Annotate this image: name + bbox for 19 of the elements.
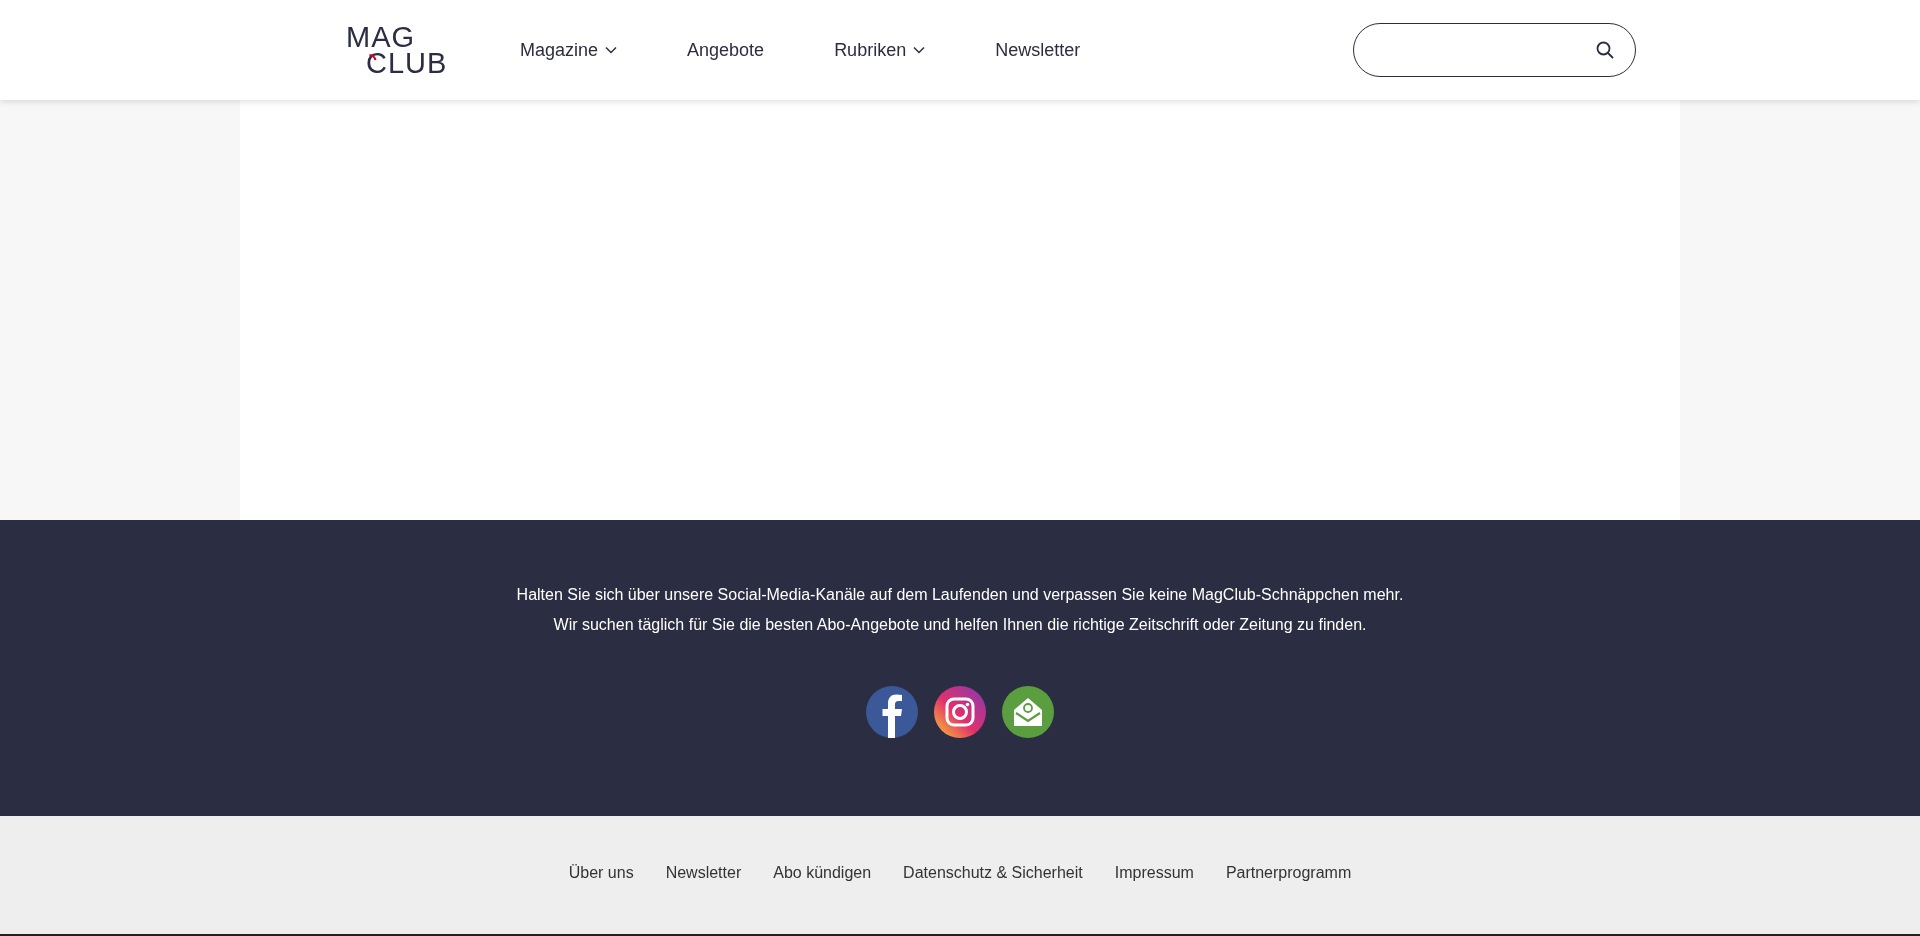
chevron-down-icon <box>605 46 618 54</box>
instagram-icon[interactable] <box>934 686 986 738</box>
nav-link[interactable]: Angebote <box>687 39 765 61</box>
footer-link[interactable]: Datenschutz & Sicherheit <box>903 864 1083 882</box>
nav-link[interactable]: Magazine <box>520 39 618 61</box>
footer-text: Wir suchen täglich für Sie die besten Abo-Angebote und helfen Ihnen die richtige Zeitschrift oder Zeitung zu finden. <box>553 615 1367 635</box>
footer-link[interactable]: Impressum <box>1114 864 1194 882</box>
nav-link[interactable]: Newsletter <box>995 39 1081 61</box>
footer-link[interactable]: Über uns <box>568 864 634 882</box>
nav-link[interactable]: Rubriken <box>834 39 926 61</box>
facebook-icon[interactable] <box>866 686 918 738</box>
footer-link[interactable]: Partnerprogramm <box>1225 864 1352 882</box>
search-icon[interactable] <box>1595 40 1615 60</box>
chevron-down-icon <box>913 46 926 54</box>
footer-link[interactable]: Newsletter <box>665 864 742 882</box>
envelope-icon[interactable] <box>1002 686 1054 738</box>
footer-text: Halten Sie sich über unsere Social-Media-Kanäle auf dem Laufenden und verpassen Sie keine MagClub-Schnäppchen mehr. <box>516 585 1404 605</box>
footer-link[interactable]: Abo kündigen <box>773 864 872 882</box>
logo[interactable]: MAG CLUB <box>346 24 456 76</box>
